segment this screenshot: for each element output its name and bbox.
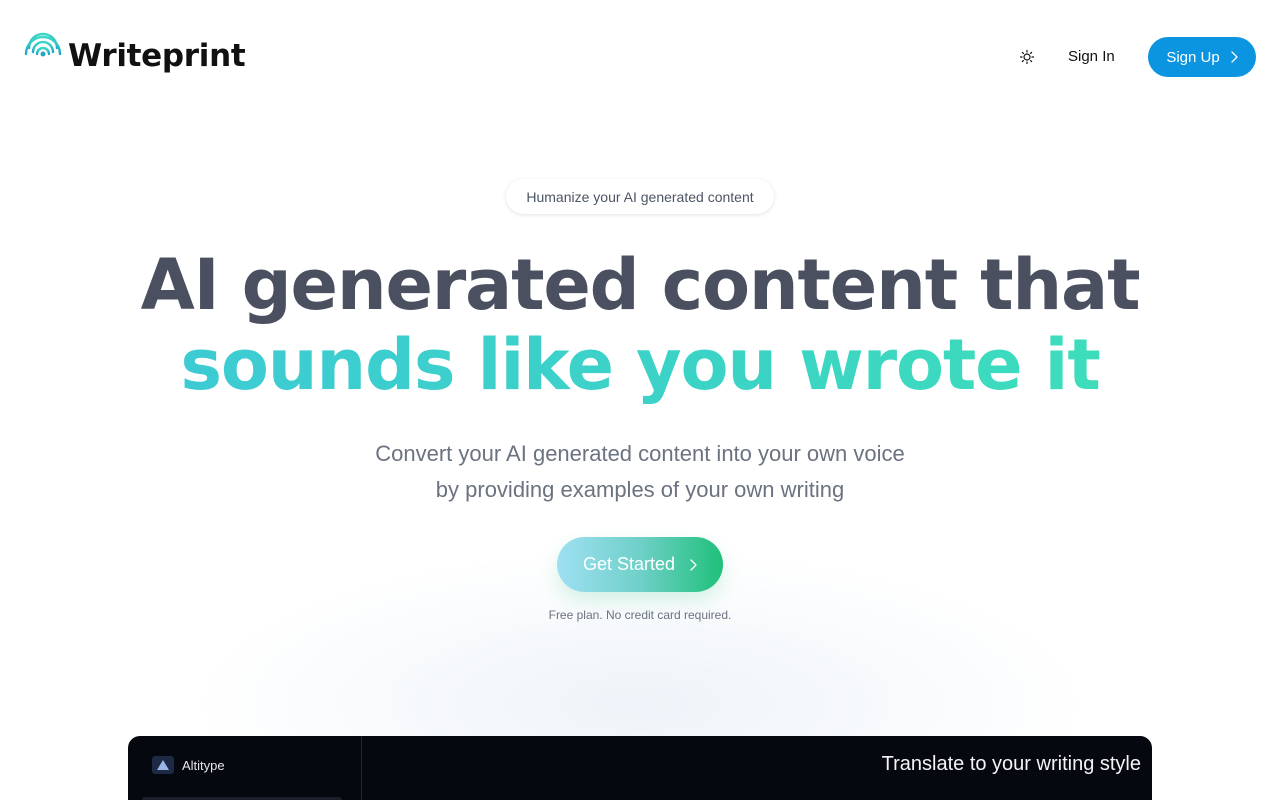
altitype-logo-icon [152,756,174,774]
sun-icon [1019,49,1035,65]
get-started-label: Get Started [582,554,676,574]
chevron-right-icon [1231,51,1238,63]
app-preview-window: Altitype Translate to your writing style [128,736,1152,800]
sign-up-label: Sign Up [1166,48,1220,66]
get-started-button[interactable]: Get Started [557,537,723,592]
fingerprint-logo-icon [24,32,62,84]
logo-wordmark: Writeprint [68,38,246,74]
logo[interactable]: Writeprint [24,28,246,84]
chevron-right-icon [690,558,697,571]
sign-up-button[interactable]: Sign Up [1148,37,1256,77]
preview-divider [361,736,362,800]
subtitle-line-2: by providing examples of your own writin… [435,477,845,502]
headline-line-2: sounds like you wrote it [0,324,1280,406]
site-header: Writeprint Sign In Sign Up [0,0,1280,112]
subtitle-line-1: Convert your AI generated content into y… [375,441,905,466]
sign-in-link[interactable]: Sign In [1068,44,1115,70]
headline-line-1: AI generated content that [140,244,1141,326]
cta-note: Free plan. No credit card required. [548,608,732,622]
hero-badge: Humanize your AI generated content [506,179,774,214]
preview-app-name: Altitype [182,758,225,773]
theme-toggle-button[interactable] [1014,44,1040,70]
preview-title: Translate to your writing style [881,753,1141,775]
